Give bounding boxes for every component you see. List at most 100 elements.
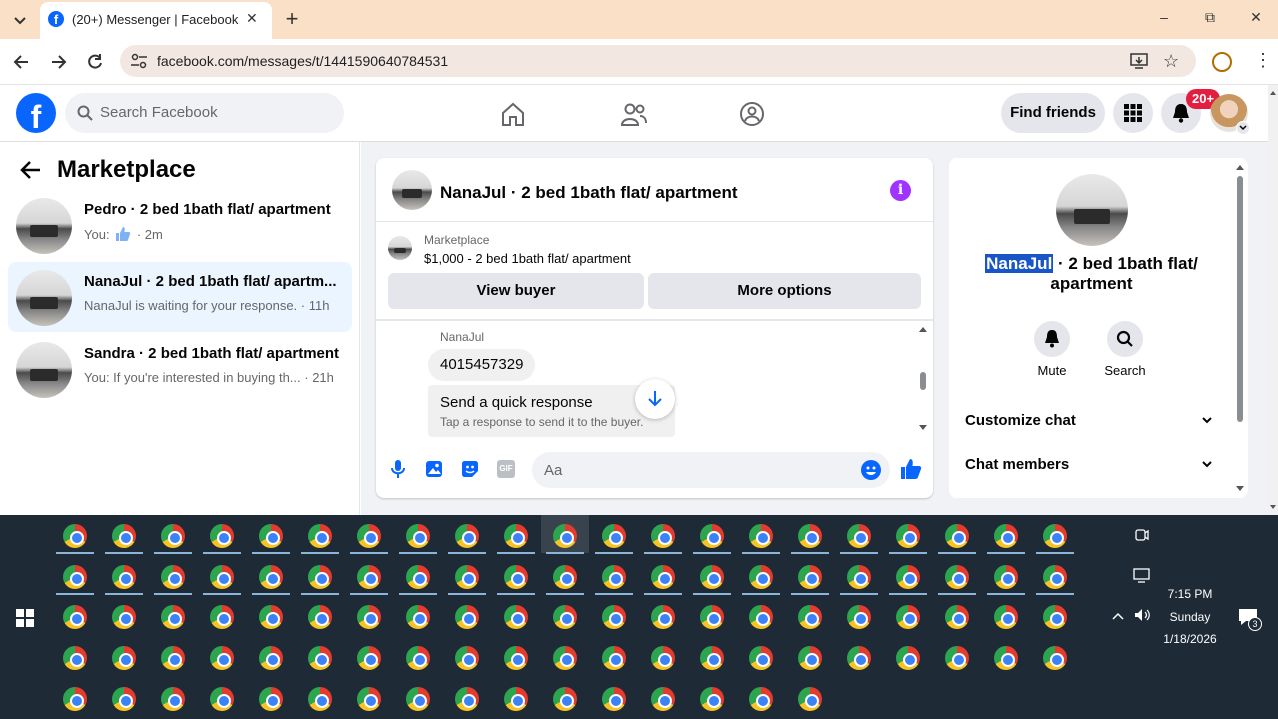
taskbar-chrome-icon[interactable]: [994, 605, 1018, 629]
display-icon[interactable]: [1133, 568, 1151, 584]
taskbar-chrome-icon[interactable]: [847, 605, 871, 629]
taskbar-chrome-icon[interactable]: [406, 524, 430, 548]
taskbar-chrome-icon[interactable]: [455, 646, 479, 670]
taskbar-chrome-icon[interactable]: [651, 687, 675, 711]
taskbar-chrome-icon[interactable]: [1043, 524, 1067, 548]
taskbar-chrome-icon[interactable]: [259, 605, 283, 629]
taskbar-chrome-icon[interactable]: [651, 605, 675, 629]
browser-menu-icon[interactable]: ⋮: [1254, 51, 1272, 69]
taskbar-chrome-icon[interactable]: [749, 646, 773, 670]
taskbar-chrome-icon[interactable]: [308, 687, 332, 711]
taskbar-chrome-icon[interactable]: [896, 565, 920, 589]
taskbar-chrome-icon[interactable]: [896, 646, 920, 670]
taskbar-chrome-icon[interactable]: [504, 524, 528, 548]
taskbar-chrome-icon[interactable]: [700, 524, 724, 548]
back-arrow-icon[interactable]: [20, 160, 42, 180]
facebook-logo-icon[interactable]: f: [16, 93, 56, 133]
clock-date[interactable]: 1/18/2026: [1155, 632, 1225, 646]
taskbar-chrome-icon[interactable]: [63, 646, 87, 670]
taskbar-chrome-icon[interactable]: [798, 605, 822, 629]
taskbar-chrome-icon[interactable]: [749, 687, 773, 711]
taskbar-chrome-icon[interactable]: [112, 687, 136, 711]
taskbar-chrome-icon[interactable]: [994, 565, 1018, 589]
close-window-button[interactable]: ✕: [1244, 9, 1268, 26]
taskbar-chrome-icon[interactable]: [357, 687, 381, 711]
taskbar-chrome-icon[interactable]: [896, 605, 920, 629]
taskbar-chrome-icon[interactable]: [112, 524, 136, 548]
emoji-icon[interactable]: [861, 460, 881, 480]
like-send-icon[interactable]: [900, 458, 922, 480]
taskbar-chrome-icon[interactable]: [161, 687, 185, 711]
taskbar-chrome-icon[interactable]: [308, 565, 332, 589]
taskbar-chrome-icon[interactable]: [210, 565, 234, 589]
taskbar-chrome-icon[interactable]: [161, 565, 185, 589]
taskbar-chrome-icon[interactable]: [63, 524, 87, 548]
volume-icon[interactable]: [1133, 607, 1151, 623]
taskbar-chrome-icon[interactable]: [357, 605, 381, 629]
taskbar-chrome-icon[interactable]: [259, 524, 283, 548]
view-buyer-button[interactable]: View buyer: [388, 273, 644, 309]
gif-icon[interactable]: GIF: [497, 460, 515, 478]
taskbar-chrome-icon[interactable]: [994, 646, 1018, 670]
info-panel-scrollbar[interactable]: [1234, 160, 1246, 496]
taskbar-chrome-icon[interactable]: [161, 524, 185, 548]
url-text[interactable]: facebook.com/messages/t/1441590640784531: [157, 53, 448, 69]
show-hidden-icons-chevron-icon[interactable]: [1111, 611, 1125, 621]
listing-title[interactable]: $1,000 - 2 bed 1bath flat/ apartment: [424, 251, 631, 266]
taskbar-chrome-icon[interactable]: [406, 565, 430, 589]
forward-icon[interactable]: [48, 53, 68, 71]
profile-icon[interactable]: [1212, 52, 1232, 72]
taskbar-chrome-icon[interactable]: [112, 565, 136, 589]
chat-title[interactable]: NanaJul · 2 bed 1bath flat/ apartment: [440, 183, 738, 203]
microphone-icon[interactable]: [389, 459, 407, 479]
taskbar-chrome-icon[interactable]: [602, 605, 626, 629]
taskbar-chrome-icon[interactable]: [455, 687, 479, 711]
message-bubble[interactable]: 4015457329: [428, 349, 536, 381]
taskbar-chrome-icon[interactable]: [945, 565, 969, 589]
conversation-item[interactable]: Pedro · 2 bed 1bath flat/ apartment You:…: [8, 190, 352, 260]
page-scrollbar[interactable]: [1268, 85, 1278, 515]
taskbar-chrome-icon[interactable]: [749, 565, 773, 589]
browser-tab[interactable]: f (20+) Messenger | Facebook ✕: [40, 2, 272, 39]
taskbar-chrome-icon[interactable]: [602, 565, 626, 589]
taskbar-chrome-icon[interactable]: [63, 605, 87, 629]
taskbar-chrome-icon[interactable]: [651, 524, 675, 548]
taskbar-chrome-icon[interactable]: [798, 565, 822, 589]
chat-members-row[interactable]: Chat members: [957, 446, 1221, 482]
taskbar-chrome-icon[interactable]: [112, 605, 136, 629]
taskbar-chrome-icon[interactable]: [259, 646, 283, 670]
tab-search-button[interactable]: [8, 10, 32, 30]
taskbar-chrome-icon[interactable]: [504, 646, 528, 670]
taskbar-chrome-icon[interactable]: [896, 524, 920, 548]
taskbar-chrome-icon[interactable]: [1043, 565, 1067, 589]
back-icon[interactable]: [12, 53, 32, 71]
photo-icon[interactable]: [425, 460, 443, 478]
clock-day[interactable]: Sunday: [1160, 610, 1220, 624]
taskbar-chrome-icon[interactable]: [210, 646, 234, 670]
more-options-button[interactable]: More options: [648, 273, 921, 309]
info-icon[interactable]: i: [890, 180, 911, 201]
taskbar-chrome-icon[interactable]: [602, 687, 626, 711]
taskbar-chrome-icon[interactable]: [210, 524, 234, 548]
taskbar-chrome-icon[interactable]: [308, 605, 332, 629]
start-windows-icon[interactable]: [16, 609, 34, 627]
search-conversation-button[interactable]: [1107, 321, 1143, 357]
taskbar-chrome-icon[interactable]: [63, 687, 87, 711]
search-input[interactable]: Search Facebook: [65, 93, 344, 133]
taskbar-chrome-icon[interactable]: [210, 687, 234, 711]
reload-icon[interactable]: [85, 52, 105, 72]
account-chevron-icon[interactable]: [1236, 121, 1250, 135]
clock-time[interactable]: 7:15 PM: [1160, 587, 1220, 601]
maximize-button[interactable]: ⧉: [1198, 9, 1222, 26]
taskbar-chrome-icon[interactable]: [504, 565, 528, 589]
taskbar-chrome-icon[interactable]: [945, 524, 969, 548]
taskbar-chrome-icon[interactable]: [259, 687, 283, 711]
taskbar-chrome-icon[interactable]: [455, 565, 479, 589]
taskbar-chrome-icon[interactable]: [112, 646, 136, 670]
taskbar-chrome-icon[interactable]: [161, 646, 185, 670]
taskbar-chrome-icon[interactable]: [1043, 605, 1067, 629]
taskbar-chrome-icon[interactable]: [553, 524, 577, 548]
taskbar-chrome-icon[interactable]: [259, 565, 283, 589]
messages-scrollbar[interactable]: [917, 323, 929, 435]
groups-icon[interactable]: [739, 101, 765, 127]
